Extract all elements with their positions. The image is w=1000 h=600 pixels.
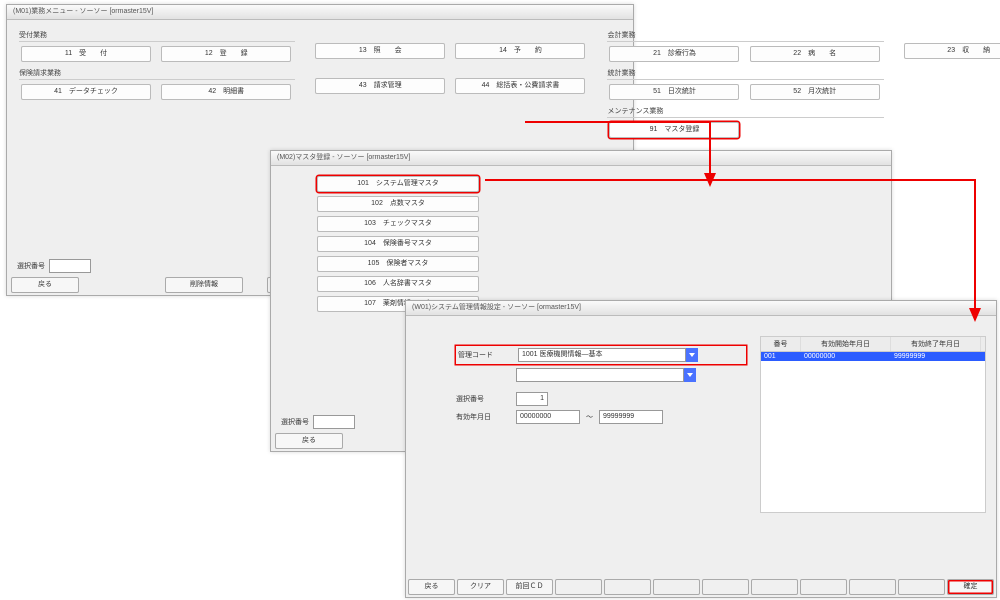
menu-104-insnumber[interactable]: 104 保険番号マスタ [317, 236, 479, 252]
menu-42-detail[interactable]: 42 明細書 [161, 84, 291, 100]
win3-back-button[interactable]: 戻る [408, 579, 455, 595]
menu-105-insurer[interactable]: 105 保険者マスタ [317, 256, 479, 272]
menu-13-inquiry[interactable]: 13 照 会 [315, 43, 445, 59]
win3-date-from[interactable]: 00000000 [516, 410, 580, 424]
th-enddate: 有効終了年月日 [891, 337, 981, 351]
win3-kanri-value[interactable]: 1001 医療機関情報―基本 [518, 348, 686, 362]
menu-41-datacheck[interactable]: 41 データチェック [21, 84, 151, 100]
titlebar-win1: (M01)業務メニュー - ソーソー [ormaster15V] [7, 5, 633, 20]
win2-back-button[interactable]: 戻る [275, 433, 343, 449]
menu-21-treatment[interactable]: 21 診療行為 [609, 46, 739, 62]
menu-11-reception[interactable]: 11 受 付 [21, 46, 151, 62]
window-sysmgmt-settings: (W01)システム管理情報設定 - ソーソー [ormaster15V] 管理コ… [405, 300, 997, 598]
group-stats-label: 統計業務 [607, 68, 883, 80]
win3-prevcd-button[interactable]: 前回ＣＤ [506, 579, 553, 595]
win3-sub-combo[interactable] [516, 368, 696, 382]
menu-106-namedict[interactable]: 106 人名辞書マスタ [317, 276, 479, 292]
win3-empty-5[interactable] [751, 579, 798, 595]
win3-empty-6[interactable] [800, 579, 847, 595]
menu-52-monthlystats[interactable]: 52 月次統計 [750, 84, 880, 100]
win3-table-header: 番号 有効開始年月日 有効終了年月日 [760, 336, 986, 352]
win3-empty-2[interactable] [604, 579, 651, 595]
cell-from: 00000000 [801, 352, 891, 361]
menu-102-points[interactable]: 102 点数マスタ [317, 196, 479, 212]
win1-back-button[interactable]: 戻る [11, 277, 79, 293]
menu-103-check[interactable]: 103 チェックマスタ [317, 216, 479, 232]
win1-delete-button[interactable]: 削除情報 [165, 277, 243, 293]
win3-sel-label: 選択番号 [456, 394, 516, 404]
menu-14-reserve[interactable]: 14 予 約 [455, 43, 585, 59]
win3-sub-dropdown-icon[interactable] [684, 368, 696, 382]
group-reception-label: 受付業務 [19, 30, 295, 42]
win3-empty-8[interactable] [898, 579, 945, 595]
win1-select-input[interactable] [49, 259, 91, 273]
group-maint-label: メンテナンス業務 [607, 106, 883, 118]
cell-no: 001 [761, 352, 801, 361]
win3-sub-value[interactable] [516, 368, 684, 382]
group-accounting-label: 会計業務 [607, 30, 883, 42]
group-claims-label: 保険請求業務 [19, 68, 295, 80]
win1-select-label: 選択番号 [17, 261, 45, 271]
tilde: 〜 [586, 412, 593, 422]
win3-date-to[interactable]: 99999999 [599, 410, 663, 424]
menu-101-sysmaster[interactable]: 101 システム管理マスタ [317, 176, 479, 192]
cell-to: 99999999 [891, 352, 981, 361]
menu-51-dailystats[interactable]: 51 日次統計 [609, 84, 739, 100]
menu-44-summary[interactable]: 44 総括表・公費請求書 [455, 78, 585, 94]
win3-empty-7[interactable] [849, 579, 896, 595]
win3-yukou-label: 有効年月日 [456, 412, 516, 422]
th-number: 番号 [761, 337, 801, 351]
menu-23-payment[interactable]: 23 収 納 [904, 43, 1000, 59]
win3-clear-button[interactable]: クリア [457, 579, 504, 595]
th-startdate: 有効開始年月日 [801, 337, 891, 351]
menu-91-master[interactable]: 91 マスタ登録 [609, 122, 739, 138]
menu-43-claimmgmt[interactable]: 43 請求管理 [315, 78, 445, 94]
win3-table-body[interactable]: 001 00000000 99999999 [760, 352, 986, 513]
win3-empty-1[interactable] [555, 579, 602, 595]
win3-sel-input[interactable]: 1 [516, 392, 548, 406]
titlebar-win2: (M02)マスタ登録 - ソーソー [ormaster15V] [271, 151, 891, 166]
win3-confirm-button[interactable]: 確定 [947, 579, 994, 595]
win3-kanri-label: 管理コード [458, 350, 518, 360]
titlebar-win3: (W01)システム管理情報設定 - ソーソー [ormaster15V] [406, 301, 996, 316]
win2-select-input[interactable] [313, 415, 355, 429]
win3-kanri-dropdown-icon[interactable] [686, 348, 698, 362]
win2-select-label: 選択番号 [281, 417, 309, 427]
menu-12-register[interactable]: 12 登 録 [161, 46, 291, 62]
menu-22-disease[interactable]: 22 病 名 [750, 46, 880, 62]
win3-kanri-combo[interactable]: 1001 医療機関情報―基本 [518, 348, 698, 362]
win3-empty-3[interactable] [653, 579, 700, 595]
table-row[interactable]: 001 00000000 99999999 [761, 352, 985, 361]
win3-empty-4[interactable] [702, 579, 749, 595]
win3-footer: 戻る クリア 前回ＣＤ 確定 [406, 577, 996, 597]
